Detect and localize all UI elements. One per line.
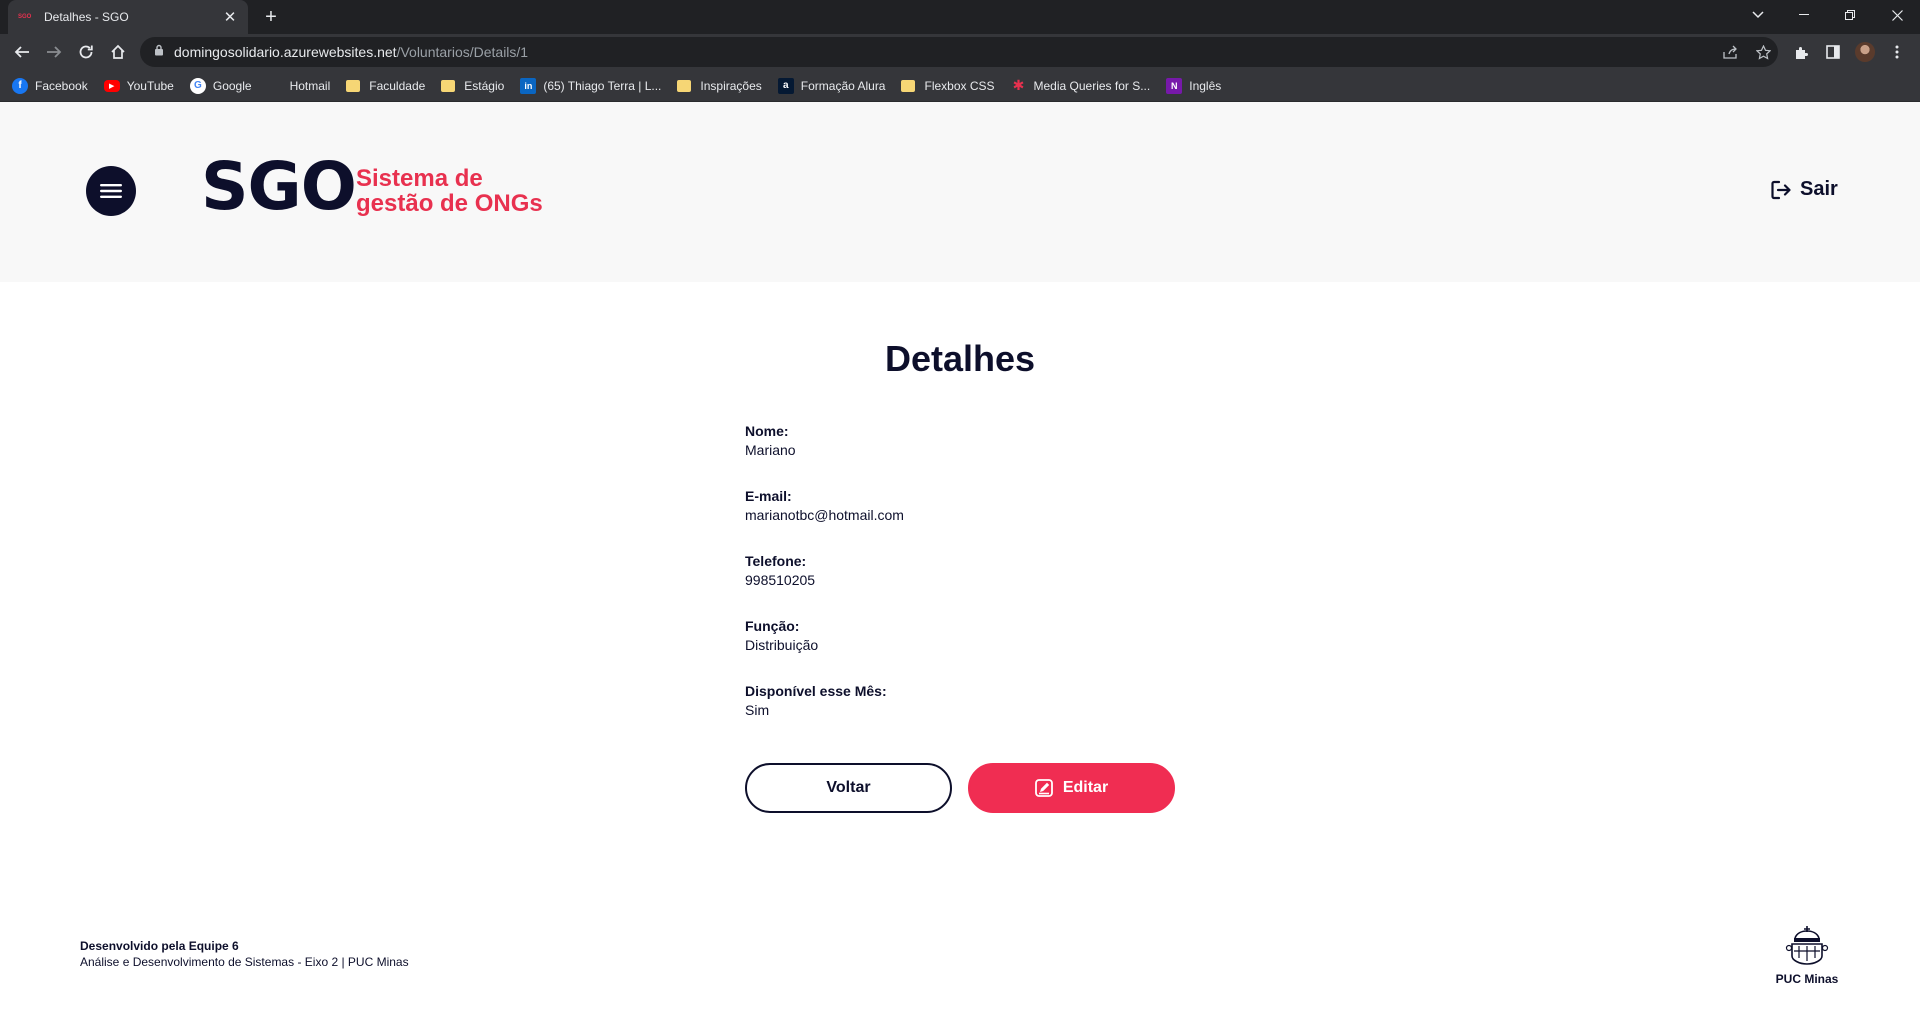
bookmark-star-icon[interactable] <box>1750 37 1776 67</box>
facebook-icon: f <box>12 77 28 94</box>
field-label: Telefone: <box>745 553 807 569</box>
bookmark-label: Estágio <box>464 78 505 93</box>
bookmark-label: Faculdade <box>369 78 426 93</box>
logout-button[interactable]: Sair <box>1770 178 1838 201</box>
reload-icon[interactable] <box>72 38 100 66</box>
address-bar[interactable]: domingosolidario.azurewebsites.net/Volun… <box>140 37 1778 67</box>
linkedin-icon: in <box>520 77 537 94</box>
field-value: Mariano <box>745 442 796 458</box>
back-button-label: Voltar <box>826 779 871 796</box>
bookmark-facebook[interactable]: f Facebook <box>12 77 88 94</box>
minimize-icon[interactable] <box>1781 0 1827 30</box>
puc-minas-logo: PUC Minas <box>1772 924 1842 986</box>
bookmark-label: Formação Alura <box>800 78 886 93</box>
folder-icon <box>346 79 361 92</box>
bookmark-label: Media Queries for S... <box>1033 78 1151 93</box>
lock-icon <box>154 43 164 61</box>
side-panel-icon[interactable] <box>1819 38 1847 66</box>
browser-tabstrip: SGO Detalhes - SGO ✕ + <box>0 0 1920 34</box>
logout-label: Sair <box>1800 178 1838 200</box>
bookmark-label: Inspirações <box>700 78 762 93</box>
puc-crest-icon <box>1785 926 1829 965</box>
field-email: E-mail: marianotbc@hotmail.com <box>745 487 1245 552</box>
tab-close-icon[interactable]: ✕ <box>222 8 238 26</box>
back-button[interactable]: Voltar <box>745 763 952 813</box>
puc-label: PUC Minas <box>1775 972 1839 986</box>
extensions-icon[interactable] <box>1787 38 1815 66</box>
bookmarks-bar: f Facebook ▶ YouTube G Google Hotmail Facul… <box>0 70 1920 102</box>
tab-search-icon[interactable] <box>1735 0 1781 30</box>
bookmark-label: Inglês <box>1189 78 1222 93</box>
bookmark-label: Flexbox CSS <box>924 78 995 93</box>
folder-icon <box>677 79 692 92</box>
bookmark-google[interactable]: G Google <box>189 77 252 94</box>
alura-icon: a <box>777 77 794 94</box>
edit-button-label: Editar <box>1062 779 1109 796</box>
home-icon[interactable] <box>104 38 132 66</box>
google-icon: G <box>189 77 206 94</box>
field-label: E-mail: <box>745 488 792 504</box>
field-value: Distribuição <box>745 637 819 653</box>
bookmark-label: Facebook <box>35 78 88 93</box>
back-icon[interactable] <box>8 38 36 66</box>
footer-team: Desenvolvido pela Equipe 6 <box>80 939 239 953</box>
folder-icon <box>901 79 916 92</box>
bookmark-flexbox[interactable]: Flexbox CSS <box>901 78 995 93</box>
bookmark-estagio[interactable]: Estágio <box>441 79 504 93</box>
sgo-favicon-icon: SGO <box>18 14 32 20</box>
footer-course: Análise e Desenvolvimento de Sistemas - … <box>80 955 409 969</box>
field-label: Função: <box>745 618 800 634</box>
bookmark-label: Hotmail <box>289 78 331 93</box>
new-tab-button[interactable]: + <box>258 4 284 30</box>
site-logo[interactable]: SGO <box>201 154 357 220</box>
logout-icon <box>1771 180 1791 199</box>
field-value: 998510205 <box>745 572 816 588</box>
edit-button[interactable]: Editar <box>968 763 1175 813</box>
youtube-icon: ▶ <box>103 79 120 92</box>
field-label: Disponível esse Mês: <box>745 683 887 699</box>
share-icon[interactable] <box>1718 37 1744 67</box>
hamburger-icon <box>100 184 122 198</box>
field-label: Nome: <box>745 423 789 439</box>
bookmark-hotmail[interactable]: Hotmail <box>268 78 331 93</box>
field-value: Sim <box>745 702 770 718</box>
bookmark-inspiracoes[interactable]: Inspirações <box>677 78 762 93</box>
browser-menu-icon[interactable] <box>1883 38 1911 66</box>
profile-avatar[interactable] <box>1851 38 1879 66</box>
site-header: SGO Sistema de gestão de ONGs Sair <box>0 102 1920 282</box>
close-window-icon[interactable] <box>1874 0 1920 30</box>
url-path: /Voluntarios/Details/1 <box>396 44 529 60</box>
browser-tab[interactable]: SGO Detalhes - SGO ✕ <box>8 0 248 34</box>
edit-icon <box>1034 779 1053 797</box>
bookmark-alura[interactable]: a Formação Alura <box>777 77 886 94</box>
bookmark-faculdade[interactable]: Faculdade <box>346 79 425 93</box>
bookmark-label: (65) Thiago Terra | L... <box>543 78 662 93</box>
details-list: Nome: Mariano E-mail: marianotbc@hotmail… <box>745 422 1245 747</box>
asterisk-icon: ✱ <box>1012 77 1025 93</box>
browser-toolbar: domingosolidario.azurewebsites.net/Volun… <box>0 34 1920 70</box>
page-title: Detalhes <box>884 338 1036 379</box>
field-value: marianotbc@hotmail.com <box>745 507 904 523</box>
field-telefone: Telefone: 998510205 <box>745 552 1245 617</box>
url-host: domingosolidario.azurewebsites.net <box>174 44 397 60</box>
bookmark-youtube[interactable]: ▶ YouTube <box>103 78 174 93</box>
restore-icon[interactable] <box>1827 0 1873 30</box>
field-nome: Nome: Mariano <box>745 422 1245 487</box>
bookmark-label: YouTube <box>126 78 174 93</box>
tab-title: Detalhes - SGO <box>44 10 129 24</box>
bookmark-media-queries[interactable]: ✱ Media Queries for S... <box>1011 77 1151 94</box>
field-disponivel: Disponível esse Mês: Sim <box>745 682 1245 747</box>
menu-button[interactable] <box>86 166 136 216</box>
bookmark-label: Google <box>212 78 252 93</box>
folder-icon <box>441 79 456 92</box>
site-tagline: Sistema de gestão de ONGs <box>356 165 543 217</box>
onenote-icon: N <box>1166 77 1183 94</box>
bookmark-linkedin[interactable]: in (65) Thiago Terra | L... <box>520 77 662 94</box>
field-funcao: Função: Distribuição <box>745 617 1245 682</box>
microsoft-icon <box>268 78 283 93</box>
bookmark-ingles[interactable]: N Inglês <box>1166 77 1222 94</box>
forward-icon[interactable] <box>40 38 68 66</box>
